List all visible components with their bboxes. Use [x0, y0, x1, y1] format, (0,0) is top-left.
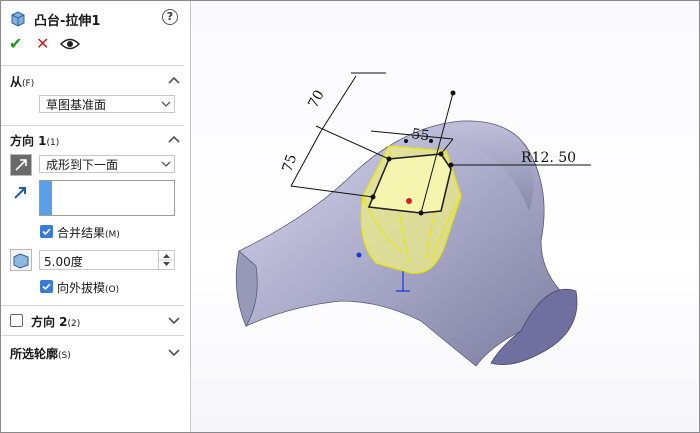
- window: 凸台-拉伸1 ? ✔ ✕ 从(F) 草图基准面 方向 1(1) 成形到下一面 合…: [0, 0, 700, 433]
- draft-angle-stepper[interactable]: [158, 251, 174, 269]
- ok-button[interactable]: ✔: [9, 35, 22, 53]
- chevron-down-icon[interactable]: [168, 347, 180, 357]
- separator: [1, 305, 184, 306]
- reverse-direction-icon[interactable]: [10, 154, 32, 176]
- draft-angle-input[interactable]: 5.00度: [39, 250, 175, 270]
- draft-toggle-icon[interactable]: [10, 249, 32, 271]
- separator: [1, 335, 184, 336]
- direction1-section-title[interactable]: 方向 1(1): [10, 132, 59, 149]
- merge-result-label: 合并结果(M): [57, 226, 120, 240]
- help-button[interactable]: ?: [162, 9, 178, 25]
- preview-eye-icon[interactable]: [60, 37, 80, 51]
- merge-result-checkbox[interactable]: [40, 225, 53, 238]
- chevron-down-icon: [161, 101, 171, 107]
- direction-selection-box[interactable]: [39, 180, 175, 216]
- cancel-button[interactable]: ✕: [36, 35, 49, 53]
- chevron-down-icon[interactable]: [168, 315, 180, 325]
- property-manager: 凸台-拉伸1 ? ✔ ✕ 从(F) 草图基准面 方向 1(1) 成形到下一面 合…: [1, 1, 191, 432]
- chevron-up-icon[interactable]: [168, 75, 180, 85]
- direction-vector-icon: [14, 187, 26, 199]
- dimension-radius[interactable]: R12. 50: [521, 150, 576, 166]
- from-section-title[interactable]: 从(F): [10, 73, 34, 90]
- direction2-checkbox[interactable]: [10, 314, 23, 327]
- direction2-section-title[interactable]: 方向 2(2): [31, 313, 80, 330]
- extrude-boss-icon: [11, 11, 25, 27]
- chevron-up-icon[interactable]: [168, 134, 180, 144]
- dimension-70[interactable]: 70: [305, 88, 327, 111]
- graphics-viewport[interactable]: 70 55 75 R12. 50: [191, 1, 699, 432]
- from-dropdown[interactable]: 草图基准面: [39, 95, 175, 113]
- separator: [1, 125, 184, 126]
- dimension-55[interactable]: 55: [410, 126, 430, 144]
- dimension-75[interactable]: 75: [280, 152, 301, 174]
- feature-title: 凸台-拉伸1: [34, 14, 101, 29]
- chevron-down-icon: [161, 161, 171, 167]
- sketch-origin: [406, 198, 412, 204]
- model-view[interactable]: 70 55 75 R12. 50: [191, 1, 699, 432]
- draft-outward-label: 向外拔模(O): [57, 281, 120, 295]
- origin-point: [356, 252, 362, 258]
- selected-contours-section-title[interactable]: 所选轮廓(S): [10, 345, 71, 362]
- separator: [1, 65, 184, 66]
- draft-outward-checkbox[interactable]: [40, 280, 53, 293]
- end-condition-dropdown[interactable]: 成形到下一面: [39, 155, 175, 173]
- selection-box-highlight: [40, 181, 52, 215]
